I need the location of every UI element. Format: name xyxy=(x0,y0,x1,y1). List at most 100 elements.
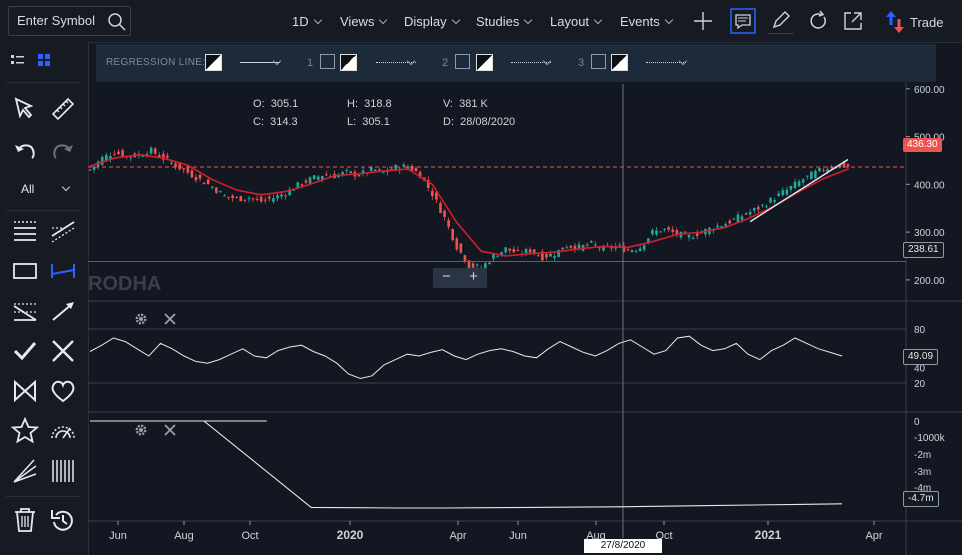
candle-body xyxy=(190,170,194,178)
cross-icon[interactable] xyxy=(48,336,78,366)
fan-icon[interactable] xyxy=(10,456,40,486)
chevron-down-icon[interactable] xyxy=(542,56,552,66)
candle-body xyxy=(475,264,479,266)
line-3-label: 3 xyxy=(578,57,585,69)
undo-icon[interactable] xyxy=(10,136,40,166)
candle-body xyxy=(117,151,120,154)
ohlc-close: C: 314.3 xyxy=(253,116,298,128)
line-1-checkbox[interactable] xyxy=(320,54,335,69)
fib-icon[interactable] xyxy=(10,296,40,326)
zoom-out-button[interactable]: − xyxy=(433,268,460,285)
candle-body xyxy=(565,247,569,249)
grid-view-icon[interactable] xyxy=(34,50,54,70)
candle-body xyxy=(239,196,243,202)
gear-icon[interactable] xyxy=(134,312,148,326)
candle-body xyxy=(651,229,654,235)
candle-body xyxy=(149,147,153,154)
rectangle-icon[interactable] xyxy=(10,256,40,286)
display-menu[interactable]: Display xyxy=(404,14,460,29)
list-view-icon[interactable] xyxy=(8,50,28,70)
heart-icon[interactable] xyxy=(48,376,78,406)
date-range-icon[interactable] xyxy=(48,256,78,286)
candle-body xyxy=(744,213,748,215)
reset-icon[interactable] xyxy=(805,8,831,34)
arrow-line-icon[interactable] xyxy=(48,296,78,326)
y-tick-label: 0 xyxy=(914,417,920,428)
candle-body xyxy=(113,154,116,156)
candle-body xyxy=(516,250,520,252)
candle-body xyxy=(655,230,658,235)
candle-body xyxy=(243,199,247,201)
redo-icon[interactable] xyxy=(48,136,78,166)
crosshair-icon[interactable] xyxy=(690,8,716,34)
views-menu[interactable]: Views xyxy=(340,14,388,29)
candle-body xyxy=(105,154,108,161)
candle-body xyxy=(231,195,234,199)
chevron-down-icon[interactable] xyxy=(678,56,688,66)
candle-body xyxy=(663,228,666,230)
line-3-color-swatch[interactable] xyxy=(611,54,628,71)
candle-body xyxy=(549,253,552,257)
chevron-down-icon[interactable] xyxy=(272,56,282,66)
candle-body xyxy=(793,181,797,189)
candle-body xyxy=(536,255,540,257)
ohlc-open: O: 305.1 xyxy=(253,98,299,110)
candle-body xyxy=(687,234,691,238)
horizontal-lines-icon[interactable] xyxy=(10,216,40,246)
popout-icon[interactable] xyxy=(840,8,866,34)
line-1-color-swatch[interactable] xyxy=(340,54,357,71)
check-icon[interactable] xyxy=(10,336,40,366)
line-2-color-swatch[interactable] xyxy=(476,54,493,71)
bowtie-icon[interactable] xyxy=(10,376,40,406)
chart-notes-icon[interactable] xyxy=(730,8,756,34)
candle-body xyxy=(312,175,316,180)
obv-value-tag: -4.7m xyxy=(903,491,939,507)
candle-body xyxy=(378,169,381,171)
candle-body xyxy=(300,184,304,186)
candle-body xyxy=(638,248,642,251)
ruler-icon[interactable] xyxy=(48,94,78,124)
symbol-search[interactable] xyxy=(8,6,131,36)
gauge-icon[interactable] xyxy=(48,416,78,446)
trade-button[interactable]: Trade xyxy=(878,8,958,36)
zoom-in-button[interactable]: + xyxy=(460,268,487,285)
cycle-lines-icon[interactable] xyxy=(48,456,78,486)
candle-body xyxy=(524,248,528,254)
regression-color-swatch[interactable] xyxy=(205,54,222,71)
tool-filter-select[interactable]: All xyxy=(20,182,72,198)
candle-body xyxy=(447,220,450,227)
x-tick-label: 2020 xyxy=(337,528,364,542)
line-2-checkbox[interactable] xyxy=(455,54,470,69)
gear-icon[interactable] xyxy=(134,423,148,437)
candle-body xyxy=(202,182,206,185)
trend-channel-icon[interactable] xyxy=(48,216,78,246)
search-icon[interactable] xyxy=(107,12,127,32)
trash-icon[interactable] xyxy=(10,505,40,535)
events-menu[interactable]: Events xyxy=(620,14,673,29)
candle-body xyxy=(153,148,157,154)
studies-menu[interactable]: Studies xyxy=(476,14,533,29)
layout-menu[interactable]: Layout xyxy=(550,14,603,29)
regression-label: REGRESSION LINE: xyxy=(106,57,206,68)
y-tick-label: 40 xyxy=(914,364,926,375)
candle-body xyxy=(810,171,813,180)
candle-body xyxy=(280,194,283,197)
candle-body xyxy=(186,167,190,173)
close-icon[interactable] xyxy=(163,312,177,326)
candle-body xyxy=(304,180,308,183)
regression-line xyxy=(749,158,849,223)
pen-icon[interactable] xyxy=(768,8,794,34)
close-icon[interactable] xyxy=(163,423,177,437)
star-icon[interactable] xyxy=(10,416,40,446)
y-tick-label: 80 xyxy=(914,325,926,336)
interval-menu[interactable]: 1D xyxy=(292,14,322,29)
cursor-icon[interactable] xyxy=(10,94,40,124)
reset-drawings-icon[interactable] xyxy=(48,505,78,535)
candle-body xyxy=(528,249,532,253)
candle-body xyxy=(752,207,756,211)
chevron-down-icon[interactable] xyxy=(406,56,416,66)
search-input[interactable] xyxy=(17,13,101,28)
chart-area[interactable]: RODHA 600.00500.00400.00300.00200.00JunA… xyxy=(88,82,962,555)
candle-body xyxy=(683,231,687,233)
line-3-checkbox[interactable] xyxy=(591,54,606,69)
